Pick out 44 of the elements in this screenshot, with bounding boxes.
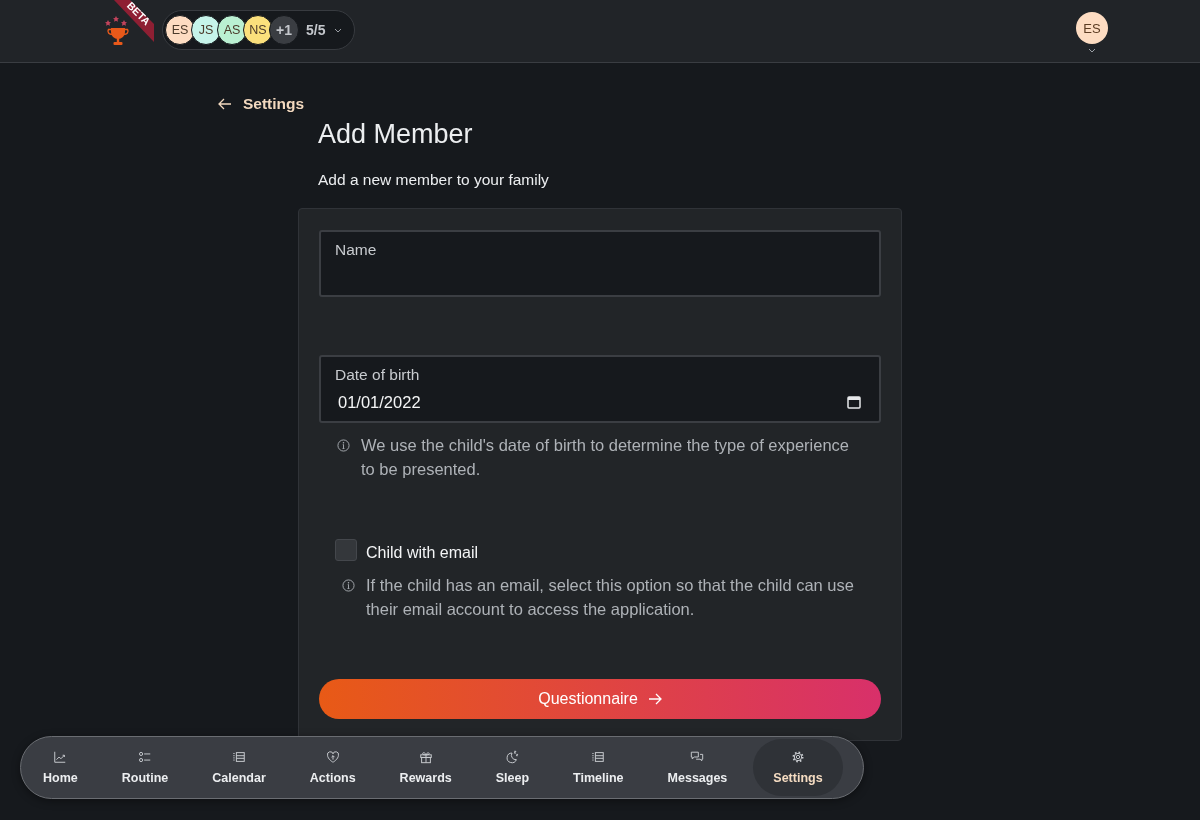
checklist-icon	[138, 750, 152, 764]
field-label: Date of birth	[335, 366, 420, 384]
heart-icon	[325, 750, 340, 764]
chat-bubbles-icon	[690, 750, 705, 764]
nav-item[interactable]: Home	[25, 739, 96, 796]
moon-icon	[505, 750, 520, 764]
more-members-count: +1	[269, 15, 299, 45]
chevron-down-icon	[1088, 48, 1096, 53]
help-text: We use the child's date of birth to determine the type of experience to be presented.	[361, 435, 851, 480]
settings-icon	[791, 750, 805, 764]
nav-item[interactable]: Sleep	[477, 739, 548, 796]
questionnaire-button[interactable]: Questionnaire	[319, 679, 881, 719]
trend-chart-icon	[53, 750, 68, 764]
chevron-down-icon	[334, 27, 343, 33]
user-avatar[interactable]: ES	[1076, 12, 1108, 44]
info-icon	[342, 579, 355, 592]
nav-item[interactable]: Routine	[103, 739, 187, 796]
checkbox-label: Child with email	[366, 544, 479, 562]
arrow-left-icon	[218, 98, 232, 110]
list-icon	[232, 750, 246, 764]
page-title: Add Member	[318, 118, 474, 150]
member-switcher[interactable]: ES JS AS NS +1 5/5	[162, 10, 356, 50]
field-label: Name	[335, 241, 377, 259]
page-subtitle: Add a new member to your family	[318, 171, 550, 189]
member-avatar: ES	[165, 15, 195, 45]
nav-item[interactable]: Rewards	[381, 739, 470, 796]
list-icon	[591, 750, 606, 764]
text-field[interactable]	[319, 230, 881, 297]
gift-icon	[418, 750, 433, 764]
calendar-icon[interactable]	[847, 395, 861, 409]
member-avatar: JS	[191, 15, 221, 45]
info-icon	[337, 439, 350, 452]
member-count: 5/5	[306, 22, 326, 38]
member-avatar: AS	[217, 15, 247, 45]
nav-item[interactable]: Actions	[291, 739, 374, 796]
nav-item[interactable]: Settings	[753, 739, 843, 796]
back-link[interactable]: Settings	[218, 95, 305, 113]
nav-item[interactable]: Calendar	[194, 739, 284, 796]
checkbox[interactable]	[335, 539, 357, 561]
help-text: If the child has an email, select this option so that the child can use their email account to access the application.	[366, 575, 855, 620]
nav-item[interactable]: Timeline	[555, 739, 642, 796]
arrow-right-icon	[647, 693, 662, 705]
nav-item[interactable]: Messages	[649, 739, 746, 796]
member-avatar: NS	[243, 15, 273, 45]
